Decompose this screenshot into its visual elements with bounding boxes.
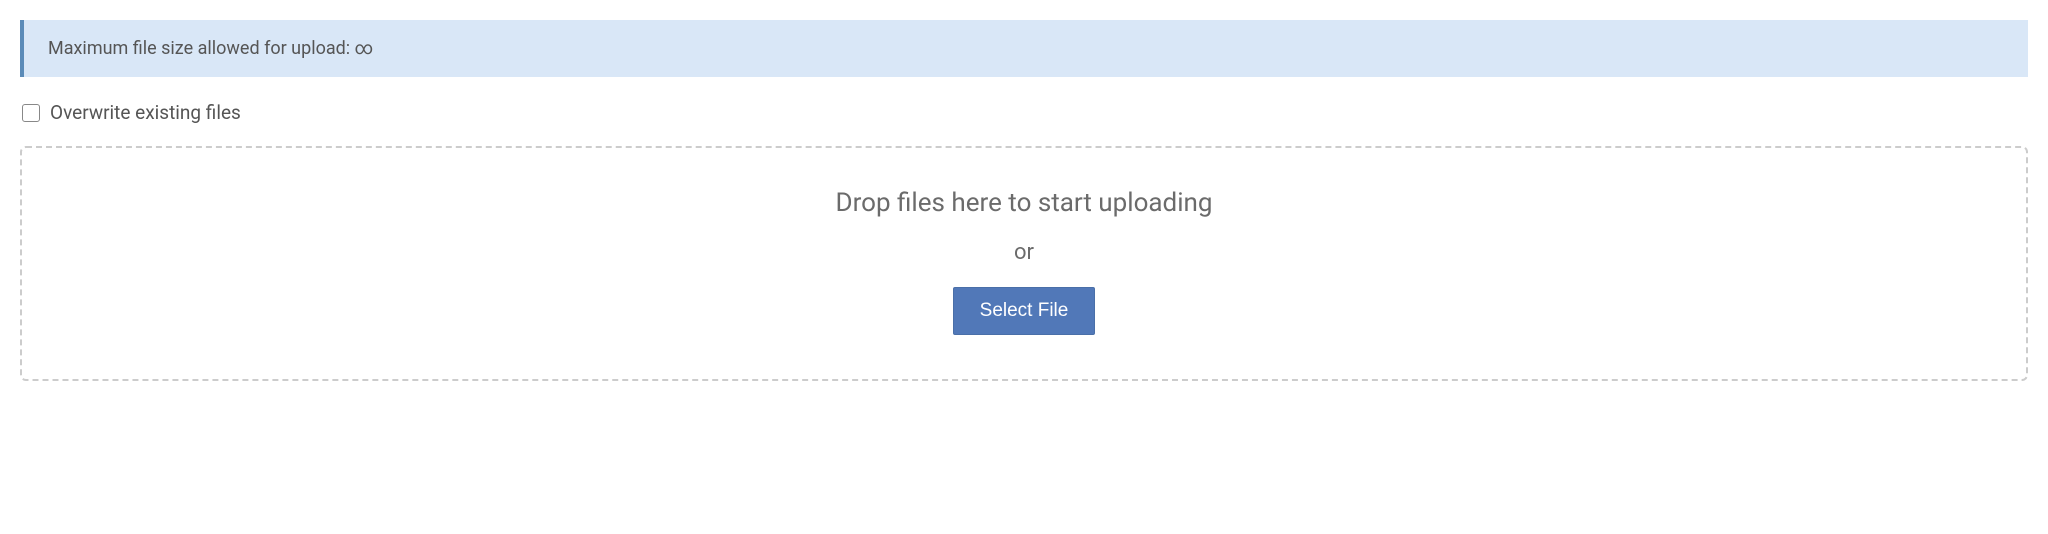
overwrite-row: Overwrite existing files <box>20 101 2028 124</box>
overwrite-label[interactable]: Overwrite existing files <box>50 101 241 124</box>
dropzone-title: Drop files here to start uploading <box>836 188 1213 218</box>
select-file-button[interactable]: Select File <box>953 287 1096 335</box>
dropzone-or-text: or <box>1014 240 1034 265</box>
max-file-size-text: Maximum file size allowed for upload: ∞ <box>48 38 373 59</box>
overwrite-checkbox[interactable] <box>22 104 40 122</box>
file-dropzone[interactable]: Drop files here to start uploading or Se… <box>20 146 2028 381</box>
max-file-size-banner: Maximum file size allowed for upload: ∞ <box>20 20 2028 77</box>
